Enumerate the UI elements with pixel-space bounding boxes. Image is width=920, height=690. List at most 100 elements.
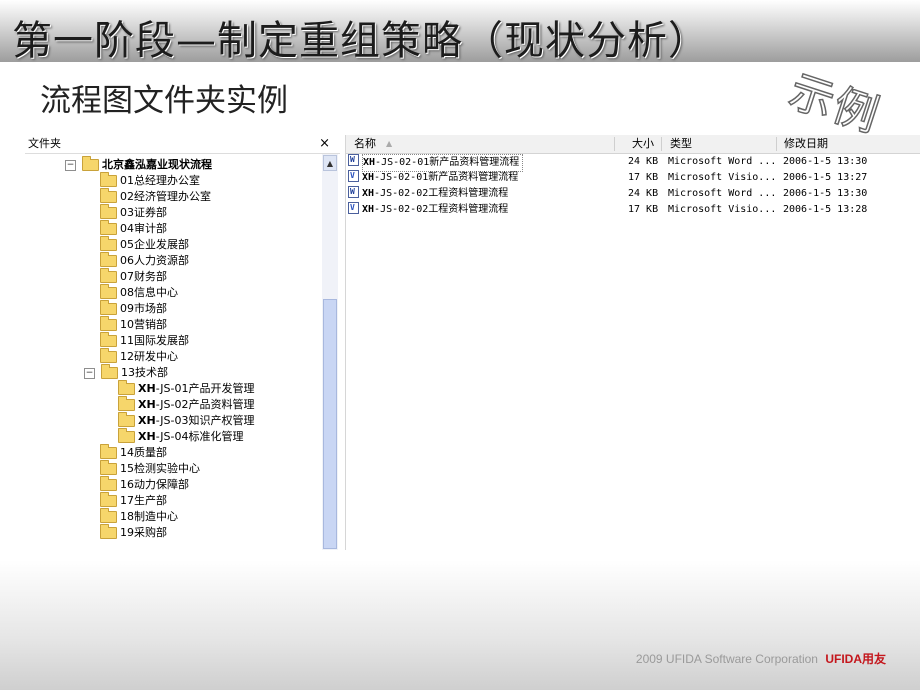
folder-icon xyxy=(101,364,118,379)
tree-item-label: 19采购部 xyxy=(120,526,167,539)
tree-item-label: 07财务部 xyxy=(120,270,167,283)
folder-icon xyxy=(100,284,117,299)
tree-subitem[interactable]: XH -JS-03知识产权管理 xyxy=(118,412,255,429)
word-icon xyxy=(348,152,359,168)
folder-icon xyxy=(100,268,117,283)
column-separator[interactable] xyxy=(614,137,615,151)
tree-item[interactable]: 02经济管理办公室 xyxy=(100,188,211,205)
column-header: 名称 ▲ 大小 类型 修改日期 xyxy=(346,135,920,154)
subitem-prefix: XH xyxy=(138,382,156,395)
tree-item-label: 13技术部 xyxy=(121,366,168,379)
tree-item[interactable]: 17生产部 xyxy=(100,492,167,509)
folder-icon xyxy=(100,492,117,507)
tree-item-expanded[interactable]: − 13技术部 xyxy=(84,364,168,381)
column-name[interactable]: 名称 xyxy=(354,135,376,153)
folder-icon xyxy=(100,204,117,219)
file-size: 24 KB xyxy=(628,188,659,199)
example-stamp: 示例 xyxy=(782,65,887,143)
subitem-prefix: XH xyxy=(138,414,156,427)
tree-subitem[interactable]: XH -JS-02产品资料管理 xyxy=(118,396,255,413)
tree-item-label: 04审计部 xyxy=(120,222,167,235)
folders-pane-header: 文件夹 × xyxy=(25,135,340,154)
subitem-label: -JS-03知识产权管理 xyxy=(155,414,255,427)
tree-item-label: 11国际发展部 xyxy=(120,334,189,347)
folder-icon xyxy=(100,460,117,475)
subitem-label: -JS-01产品开发管理 xyxy=(155,382,255,395)
tree-item[interactable]: 01总经理办公室 xyxy=(100,172,200,189)
tree-item[interactable]: 03证券部 xyxy=(100,204,167,221)
file-type: Microsoft Word ... xyxy=(668,156,777,167)
tree-item-label: 05企业发展部 xyxy=(120,238,189,251)
slide-title: 第一阶段—制定重组策略（现状分析） xyxy=(12,18,709,64)
file-row[interactable]: XH-JS-02-02工程资料管理流程 24 KB Microsoft Word… xyxy=(346,184,920,202)
folder-icon xyxy=(100,348,117,363)
tree-item-label: 06人力资源部 xyxy=(120,254,189,267)
collapse-icon[interactable]: − xyxy=(84,367,95,379)
column-type[interactable]: 类型 xyxy=(670,135,692,153)
file-row[interactable]: XH-JS-02-01新产品资料管理流程 24 KB Microsoft Wor… xyxy=(346,152,920,172)
file-type: Microsoft Visio... xyxy=(668,172,777,183)
folder-icon xyxy=(100,332,117,347)
files-pane: 名称 ▲ 大小 类型 修改日期 XH-JS-02-01新产品资料管理流程 24 … xyxy=(345,135,920,550)
tree-root[interactable]: − 北京鑫泓嘉业现状流程 xyxy=(65,156,212,173)
folder-icon xyxy=(100,236,117,251)
tree-item[interactable]: 06人力资源部 xyxy=(100,252,189,269)
tree-item[interactable]: 15检测实验中心 xyxy=(100,460,200,477)
tree-item[interactable]: 11国际发展部 xyxy=(100,332,189,349)
folders-scrollbar[interactable]: ▲ xyxy=(322,154,338,550)
tree-item[interactable]: 04审计部 xyxy=(100,220,167,237)
folder-icon xyxy=(100,444,117,459)
column-separator[interactable] xyxy=(661,137,662,151)
close-icon[interactable]: × xyxy=(319,135,330,153)
tree-item[interactable]: 05企业发展部 xyxy=(100,236,189,253)
tree-item[interactable]: 07财务部 xyxy=(100,268,167,285)
folder-icon xyxy=(118,412,135,427)
tree-item-label: 18制造中心 xyxy=(120,510,178,523)
column-size[interactable]: 大小 xyxy=(632,135,654,153)
footer: 2009 UFIDA Software Corporation UFIDA用友 xyxy=(636,650,886,667)
column-modified[interactable]: 修改日期 xyxy=(784,135,828,153)
subitem-prefix: XH xyxy=(138,398,156,411)
bottom-band xyxy=(0,560,920,690)
tree-item[interactable]: 12研发中心 xyxy=(100,348,178,365)
folders-pane: 文件夹 × − 北京鑫泓嘉业现状流程 01总经理办公室 02经济管理办公室 03… xyxy=(25,135,340,550)
folder-icon xyxy=(100,188,117,203)
file-name: XH-JS-02-02工程资料管理流程 xyxy=(362,204,509,215)
folder-icon xyxy=(82,156,99,171)
tree-item[interactable]: 19采购部 xyxy=(100,524,167,541)
subitem-label: -JS-02产品资料管理 xyxy=(155,398,255,411)
tree-item-label: 01总经理办公室 xyxy=(120,174,200,187)
folder-icon xyxy=(100,316,117,331)
file-row[interactable]: XH-JS-02-01新产品资料管理流程 17 KB Microsoft Vis… xyxy=(346,168,920,186)
tree-item[interactable]: 08信息中心 xyxy=(100,284,178,301)
folder-icon xyxy=(100,524,117,539)
subitem-label: -JS-04标准化管理 xyxy=(155,430,244,443)
file-modified: 2006-1-5 13:28 xyxy=(783,204,868,215)
tree-item-label: 16动力保障部 xyxy=(120,478,189,491)
file-type: Microsoft Word ... xyxy=(668,188,777,199)
tree-item[interactable]: 16动力保障部 xyxy=(100,476,189,493)
tree-subitem[interactable]: XH -JS-04标准化管理 xyxy=(118,428,244,445)
tree-item[interactable]: 18制造中心 xyxy=(100,508,178,525)
file-modified: 2006-1-5 13:30 xyxy=(783,156,868,167)
folder-icon xyxy=(100,508,117,523)
column-separator[interactable] xyxy=(776,137,777,151)
file-row[interactable]: XH-JS-02-02工程资料管理流程 17 KB Microsoft Visi… xyxy=(346,200,920,218)
tree-item[interactable]: 10营销部 xyxy=(100,316,167,333)
collapse-icon[interactable]: − xyxy=(65,159,76,171)
file-type: Microsoft Visio... xyxy=(668,204,777,215)
scroll-up-icon[interactable]: ▲ xyxy=(323,155,337,171)
file-modified: 2006-1-5 13:30 xyxy=(783,188,868,199)
brand-logo: UFIDA用友 xyxy=(825,652,886,666)
tree-subitem[interactable]: XH -JS-01产品开发管理 xyxy=(118,380,255,397)
file-size: 24 KB xyxy=(628,156,659,167)
folder-icon xyxy=(100,476,117,491)
tree-item[interactable]: 14质量部 xyxy=(100,444,167,461)
subitem-prefix: XH xyxy=(138,430,156,443)
tree-item[interactable]: 09市场部 xyxy=(100,300,167,317)
scrollbar-thumb[interactable] xyxy=(323,299,337,549)
tree-item-label: 15检测实验中心 xyxy=(120,462,200,475)
file-size: 17 KB xyxy=(628,204,659,215)
visio-icon xyxy=(348,200,359,216)
word-icon xyxy=(348,184,359,200)
